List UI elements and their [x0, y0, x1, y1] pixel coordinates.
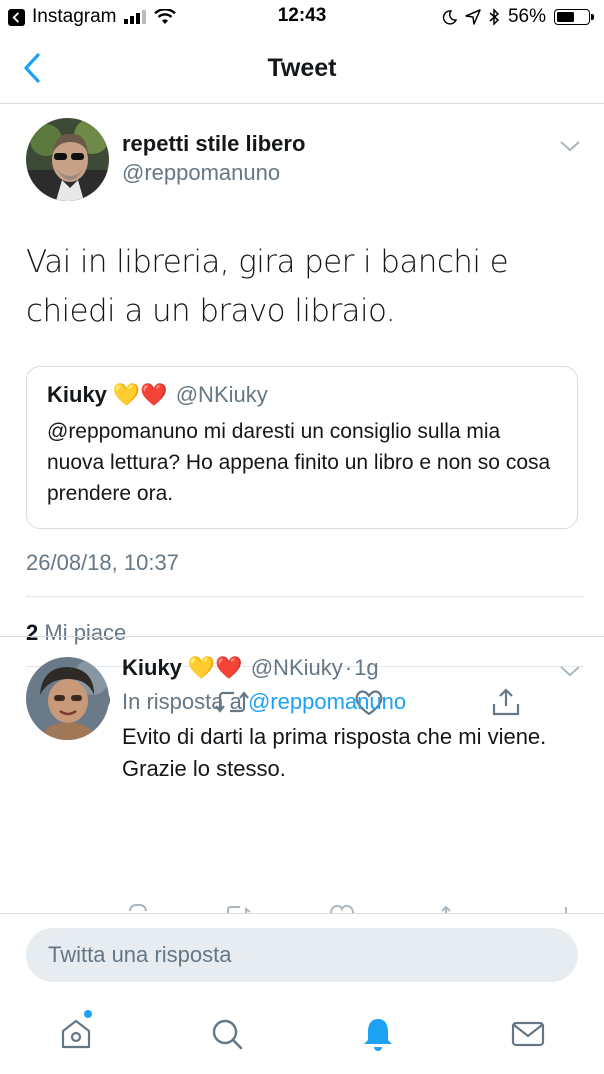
quoted-tweet-text: @reppomanuno mi daresti un consiglio sul… [47, 420, 551, 505]
reply-avatar[interactable] [26, 657, 109, 740]
messages-icon [511, 1021, 545, 1047]
home-icon [61, 1019, 91, 1049]
reply-actions [0, 901, 604, 913]
reply-text: Evito di darti la prima risposta che mi … [122, 724, 547, 781]
share-icon[interactable] [436, 901, 456, 913]
bluetooth-icon [489, 8, 500, 26]
cellular-signal-icon [124, 10, 147, 24]
reply-composer-bar: Twitta una risposta [0, 913, 604, 996]
quoted-author-name: Kiuky [47, 382, 107, 407]
status-bar: Instagram 12:43 56% [0, 0, 604, 34]
battery-level [557, 12, 574, 22]
notifications-icon [364, 1019, 392, 1051]
status-left: Instagram [8, 6, 177, 28]
quoted-tweet-header: Kiuky 💛❤️ @NKiuky [47, 382, 557, 408]
reply-header: Kiuky 💛❤️ @NKiuky · 1g [122, 655, 379, 681]
reply-author-name: Kiuky [122, 655, 182, 680]
tab-notifications[interactable] [358, 1014, 398, 1054]
new-content-dot [84, 1010, 92, 1018]
author-handle[interactable]: @reppomanuno [122, 160, 280, 186]
moon-icon [442, 9, 457, 25]
status-right: 56% [442, 6, 594, 28]
search-icon [212, 1019, 243, 1050]
tab-messages[interactable] [508, 1014, 548, 1054]
back-to-app-icon[interactable] [8, 8, 25, 26]
location-arrow-icon [465, 9, 481, 25]
reply-input[interactable]: Twitta una risposta [26, 928, 578, 982]
tweet-timestamp: 26/08/18, 10:37 [26, 550, 179, 575]
tab-home[interactable] [56, 1010, 96, 1054]
in-reply-to-mention[interactable]: @reppomanuno [248, 689, 406, 714]
reply-icon[interactable] [122, 901, 150, 913]
battery-icon [554, 9, 594, 25]
reply-age: 1g [354, 655, 379, 680]
in-reply-to: In risposta a @reppomanuno [122, 689, 406, 715]
quoted-tweet[interactable]: Kiuky 💛❤️ @NKiuky @reppomanuno mi darest… [26, 366, 578, 529]
like-icon[interactable] [328, 901, 356, 913]
quoted-author-handle: @NKiuky [175, 382, 268, 407]
heart-emojis-icon: 💛❤️ [112, 382, 168, 407]
tab-search[interactable] [207, 1014, 247, 1054]
back-to-app-label[interactable]: Instagram [32, 6, 116, 28]
stats-icon[interactable] [560, 901, 572, 913]
wifi-icon [154, 9, 177, 24]
page-title: Tweet [267, 54, 337, 82]
chevron-down-icon[interactable] [558, 663, 582, 679]
tweet-text: Vai in libreria, gira per i banchi e chi… [26, 244, 509, 329]
author-avatar[interactable] [26, 118, 109, 201]
divider [26, 596, 584, 597]
nav-bar: Tweet [0, 34, 604, 104]
heart-emojis-icon: 💛❤️ [187, 655, 243, 680]
in-reply-to-label: In risposta a [122, 689, 242, 714]
reply-tweet[interactable]: Kiuky 💛❤️ @NKiuky · 1g In risposta a @re… [0, 637, 604, 913]
battery-percent: 56% [507, 6, 546, 27]
separator-dot: · [344, 655, 353, 680]
tab-bar [0, 996, 604, 1074]
reply-author-handle: @NKiuky [250, 655, 343, 680]
chevron-down-icon[interactable] [558, 138, 582, 154]
author-name[interactable]: repetti stile libero [122, 131, 305, 157]
retweet-icon[interactable] [222, 901, 254, 913]
